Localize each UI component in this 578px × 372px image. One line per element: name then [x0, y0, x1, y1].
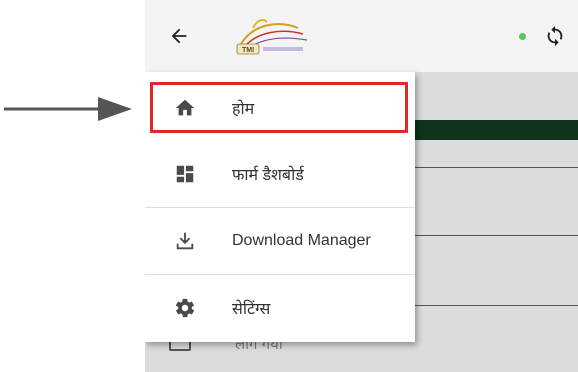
- navigation-drawer: होम फार्म डैशबोर्ड Download Manager सेटि…: [145, 72, 415, 342]
- drawer-item-label: फार्म डैशबोर्ड: [232, 167, 304, 184]
- top-app-bar: TMI: [145, 0, 578, 72]
- svg-text:TMI: TMI: [242, 47, 254, 54]
- drawer-item-download-manager[interactable]: Download Manager: [145, 208, 415, 274]
- back-button[interactable]: [163, 20, 195, 52]
- drawer-item-label: Download Manager: [232, 232, 371, 249]
- annotation-arrow: [4, 97, 132, 121]
- drawer-item-farm-dashboard[interactable]: फार्म डैशबोर्ड: [145, 141, 415, 207]
- download-icon: [173, 229, 197, 253]
- sync-icon: [547, 25, 563, 47]
- online-status-indicator: [519, 33, 526, 40]
- background-divider: [415, 235, 578, 236]
- brand-logo: TMI: [236, 19, 308, 55]
- sync-button[interactable]: [541, 22, 569, 50]
- settings-icon: [173, 296, 197, 320]
- dashboard-icon: [173, 162, 197, 186]
- background-divider: [415, 167, 578, 168]
- background-divider: [415, 305, 578, 306]
- arrow-left-icon: [171, 28, 187, 44]
- drawer-item-label: सेटिंग्स: [232, 301, 271, 318]
- highlight-box: [150, 82, 408, 133]
- drawer-item-settings[interactable]: सेटिंग्स: [145, 275, 415, 341]
- app-screen: TMI लाग गया होम फार्म डैशबोर्ड Download …: [145, 0, 578, 372]
